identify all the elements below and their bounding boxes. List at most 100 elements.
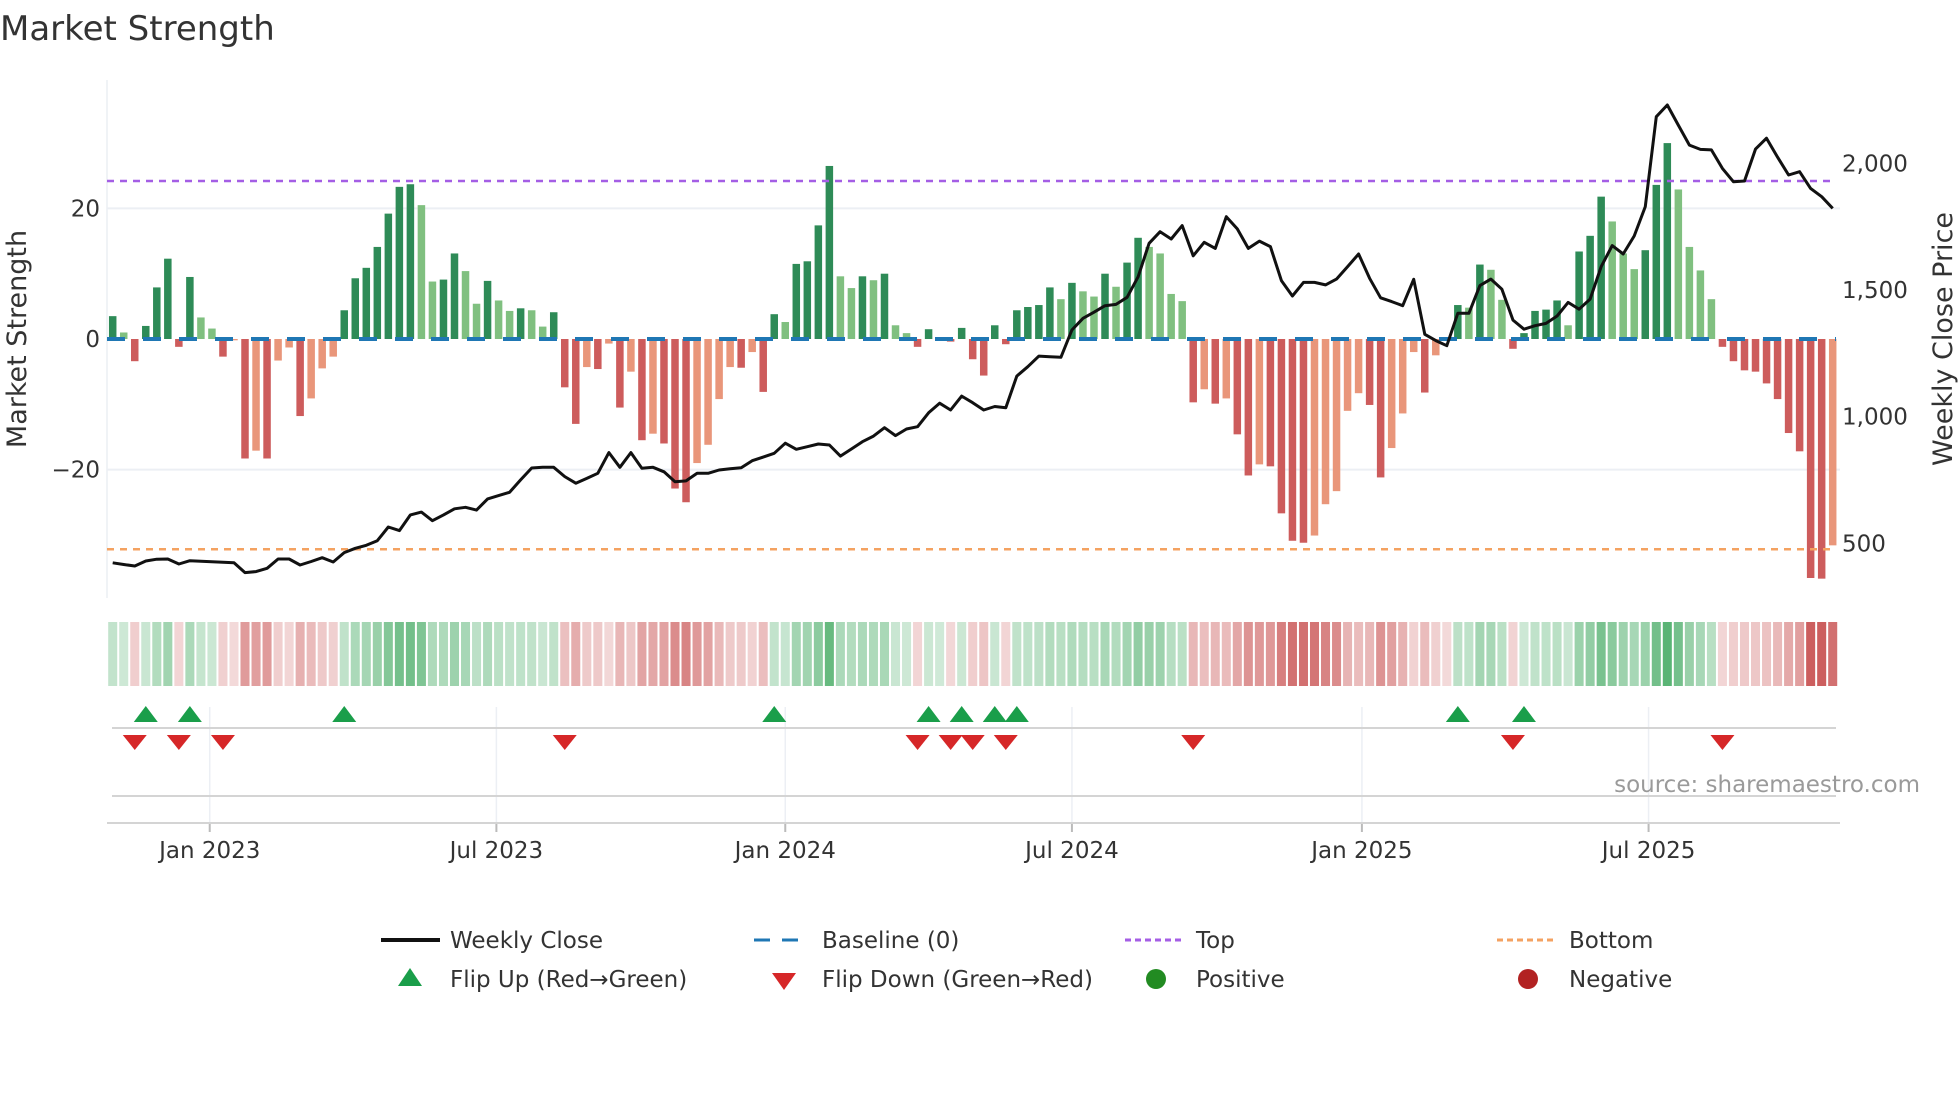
strength-bar [153, 287, 161, 339]
heat-cell [846, 622, 856, 686]
strength-bar [1619, 253, 1627, 339]
strength-bar [836, 276, 845, 339]
heat-cell [339, 622, 349, 686]
strength-bar [428, 281, 437, 339]
strength-bar [1575, 251, 1583, 339]
heat-cell [1596, 622, 1606, 686]
strength-bar [318, 339, 326, 369]
strength-bar [1817, 339, 1826, 579]
heat-cell [681, 622, 691, 686]
heat-cell [1078, 622, 1088, 686]
strength-bar [1707, 299, 1716, 339]
heat-cell [1122, 622, 1132, 686]
heat-cell [505, 622, 515, 686]
heat-cell [538, 622, 548, 686]
strength-bar [1421, 339, 1429, 393]
strength-bar [1222, 339, 1231, 399]
strength-bar [616, 339, 624, 408]
heat-cell [240, 622, 250, 686]
strength-bar [461, 271, 470, 339]
heat-cell [317, 622, 327, 686]
heat-cell [990, 622, 1000, 686]
strength-bar [450, 253, 459, 339]
heat-cell [1728, 622, 1738, 686]
heat-cell [1365, 622, 1375, 686]
strength-bar [1641, 250, 1650, 339]
strength-bar [417, 205, 426, 339]
strength-bar [1057, 299, 1065, 339]
legend-negative: Negative [1569, 967, 1672, 993]
strength-bar [329, 339, 337, 357]
strength-bar [693, 339, 701, 464]
strength-bar [406, 184, 415, 339]
flip-up-icon [398, 968, 422, 986]
heat-cell [516, 622, 526, 686]
heat-cell [1828, 622, 1838, 686]
heat-cell [251, 622, 261, 686]
heat-cell [1133, 622, 1143, 686]
strength-bar [1476, 264, 1484, 339]
flip-up-marker-icon [982, 706, 1007, 722]
strength-bar [1310, 339, 1319, 536]
flip-down-marker-icon [1181, 735, 1206, 750]
heat-cell [1188, 622, 1198, 686]
strength-bar [1828, 339, 1837, 546]
heat-cell [361, 622, 371, 686]
strength-bar [1564, 325, 1572, 339]
strength-bar [759, 339, 767, 392]
strength-bar [957, 327, 966, 339]
heat-cell [163, 622, 173, 686]
heat-cell [692, 622, 702, 686]
heat-cell [891, 622, 901, 686]
flip-down-marker-icon [1710, 735, 1735, 750]
strength-bar [704, 339, 712, 445]
heat-cell [262, 622, 272, 686]
source-note: source: sharemaestro.com [1614, 772, 1920, 798]
strength-bar [164, 258, 172, 339]
heat-cell [449, 622, 460, 686]
heat-cell [1497, 622, 1507, 686]
heat-cell [1486, 622, 1496, 686]
heat-cell [427, 622, 437, 686]
heat-cell [1717, 622, 1727, 686]
heat-cell [527, 622, 537, 686]
flip-up-marker-icon [1445, 706, 1470, 722]
heat-cell [1243, 622, 1253, 686]
heat-cell [769, 622, 779, 686]
heat-cell [1265, 622, 1275, 686]
heat-cell [1795, 622, 1805, 686]
negative-icon [1518, 969, 1538, 989]
heat-cell [659, 622, 669, 686]
strength-bar [307, 339, 315, 399]
legend: Weekly Close Baseline (0) Top Bottom Fli… [381, 928, 1672, 993]
heat-cell [1673, 622, 1683, 686]
strength-bar [803, 261, 812, 339]
heat-cell [1508, 622, 1518, 686]
strength-bar [737, 339, 745, 368]
strength-bar [1024, 307, 1032, 339]
flip-up-marker-icon [762, 706, 787, 722]
strength-bar [1277, 339, 1286, 514]
strength-bar [726, 339, 734, 368]
heat-cell [306, 622, 316, 686]
heat-cell [284, 622, 294, 686]
strength-bar [1090, 296, 1098, 339]
heat-cell [119, 622, 129, 686]
heat-cell [626, 622, 636, 686]
heat-cell [1519, 622, 1529, 686]
flip-up-marker-icon [916, 706, 941, 722]
strength-bar [351, 278, 360, 339]
heat-cell [1221, 622, 1231, 686]
heat-cell [1354, 622, 1364, 686]
strength-bar [1398, 339, 1407, 414]
strength-bar [1167, 293, 1175, 339]
flip-down-marker-icon [122, 735, 147, 750]
legend-baseline: Baseline (0) [822, 928, 959, 954]
heat-cell [196, 622, 206, 686]
strength-bar [384, 213, 393, 339]
y2-tick-label: 2,000 [1842, 151, 1908, 177]
heat-cell [560, 622, 570, 686]
strength-bar [968, 339, 977, 360]
heat-cell [1453, 622, 1463, 686]
strength-bar [208, 328, 216, 339]
